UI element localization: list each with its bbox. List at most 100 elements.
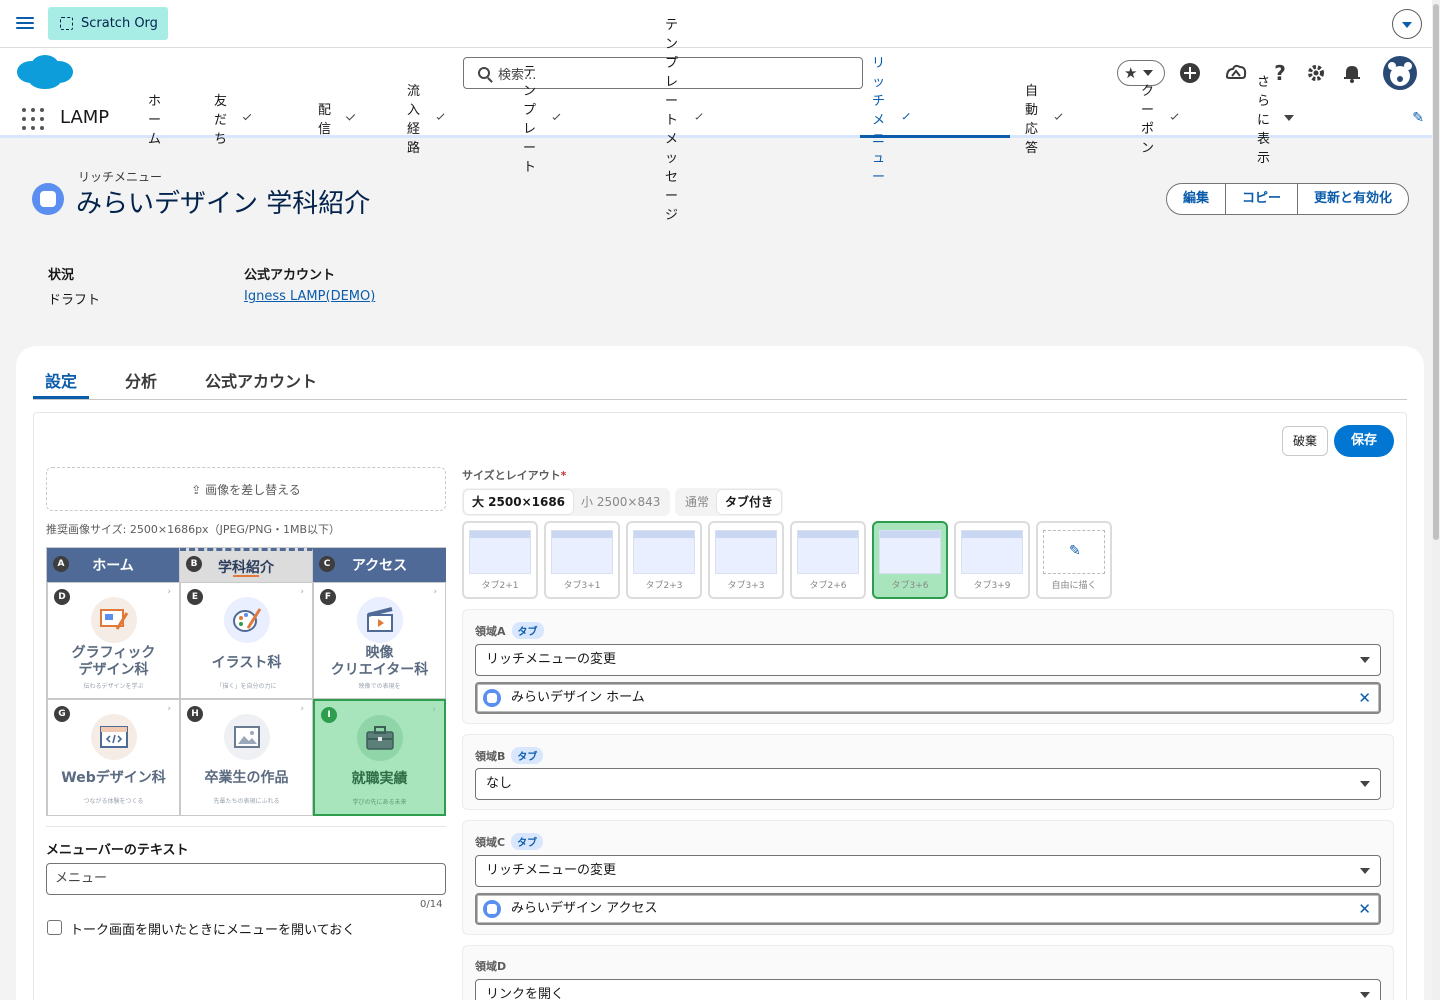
salesforce-logo-icon[interactable] (15, 52, 75, 92)
nav-item-more[interactable]: さらに表示 (1257, 75, 1295, 166)
open-menu-checkbox[interactable] (47, 920, 62, 935)
save-button[interactable]: 保存 (1334, 425, 1394, 457)
chevron-down-icon[interactable] (436, 111, 445, 121)
scratch-org-badge[interactable]: Scratch Org (48, 7, 168, 40)
preview-area-e[interactable]: E › イラスト科 「描く」を自分の力に (180, 582, 313, 699)
region-b-action-select[interactable]: なし (475, 768, 1381, 800)
region-d-action-select[interactable]: リンクを開く (475, 979, 1381, 1000)
avatar[interactable] (1383, 56, 1417, 90)
area-letter: C (319, 556, 335, 572)
menu-icon[interactable] (16, 14, 34, 34)
size-large-option[interactable]: 大 2500×1686 (464, 490, 574, 514)
image-size-hint: 推奨画像サイズ: 2500×1686px（JPEG/PNG・1MB以下） (46, 523, 341, 536)
nav-item-home[interactable]: ホーム (148, 94, 161, 147)
size-small-option[interactable]: 小 2500×843 (573, 490, 668, 514)
trailhead-icon[interactable] (1224, 61, 1248, 85)
region-c-action-select[interactable]: リッチメニューの変更 (475, 855, 1381, 887)
region-c-panel: 領域C タブ リッチメニューの変更 みらいデザイン アクセス ✕ (462, 820, 1394, 935)
layout-name: タブ3+6 (891, 581, 929, 591)
edit-nav-icon[interactable]: ✎ (1412, 110, 1424, 126)
chevron-down-icon (1143, 70, 1154, 76)
clear-icon[interactable]: ✕ (1358, 895, 1371, 923)
nav-item-auto-reply[interactable]: 自動応答 (1025, 84, 1063, 156)
mode-normal-option[interactable]: 通常 (677, 490, 717, 514)
preview-area-f[interactable]: F › 映像 クリエイター科 映像での表現を (313, 582, 446, 699)
tab-analysis[interactable]: 分析 (125, 368, 157, 392)
area-letter: F (320, 589, 336, 605)
chevron-down-icon[interactable] (345, 111, 356, 121)
status-value: ドラフト (48, 293, 101, 308)
mode-tabbed-option[interactable]: タブ付き (717, 490, 782, 514)
chevron-right-icon: › (300, 704, 304, 714)
preview-area-d[interactable]: D › グラフィック デザイン科 伝わるデザインを学ぶ (47, 582, 180, 699)
rich-menu-icon (483, 689, 501, 707)
add-icon[interactable] (1178, 61, 1202, 85)
region-label: 領域A (475, 624, 506, 638)
chevron-down-icon[interactable] (242, 111, 252, 121)
layout-tile[interactable]: タブ2+6 (790, 521, 866, 599)
clear-icon[interactable]: ✕ (1358, 684, 1371, 712)
preview-area-h[interactable]: H › 卒業生の作品 先輩たちの表現にふれる (180, 699, 313, 816)
nav-item-template[interactable]: テンプレート (523, 65, 561, 175)
nav-item-coupon[interactable]: クーポン (1141, 84, 1179, 156)
nav-item-delivery[interactable]: 配信 (318, 98, 356, 138)
rich-menu-record-icon (32, 183, 64, 215)
replace-image-button[interactable]: ⇪ 画像を差し替える (46, 467, 446, 511)
preview-tab-b[interactable]: B 学科紹介 (180, 548, 313, 582)
layout-tile[interactable]: タブ3+9 (954, 521, 1030, 599)
caret-down-icon (1360, 657, 1370, 663)
gear-icon[interactable] (1304, 61, 1328, 85)
chevron-down-icon[interactable] (552, 112, 561, 120)
layout-tile-freehand[interactable]: ✎ 自由に描く (1036, 521, 1112, 599)
preview-area-i[interactable]: I › 就職実績 学びの先にある未来 (313, 699, 446, 816)
layout-tile[interactable]: タブ3+3 (708, 521, 784, 599)
nav-item-rich-menu[interactable]: リッチメニュー (872, 56, 910, 185)
layout-tile[interactable]: タブ2+3 (626, 521, 702, 599)
preview-tab-c[interactable]: C アクセス (313, 548, 446, 582)
preview-tab-label: 学科紹介 (218, 559, 274, 576)
rich-menu-preview: A ホーム B 学科紹介 C アクセス D › グラフィック デザイン科 伝わる… (46, 547, 446, 816)
chevron-down-icon[interactable] (1170, 111, 1179, 121)
chevron-down-icon[interactable] (695, 112, 703, 120)
page-scrollbar[interactable] (1432, 0, 1440, 1000)
preview-area-g[interactable]: G › Webデザイン科 つながる体験をつくる (47, 699, 180, 816)
size-layout-label: サイズとレイアウト* (462, 469, 567, 482)
nav-item-label: 自動応答 (1025, 84, 1039, 156)
nav-item-inflow[interactable]: 流入経路 (407, 84, 445, 156)
scrollbar-thumb[interactable] (1433, 4, 1439, 540)
edit-button[interactable]: 編集 (1167, 184, 1225, 214)
copy-button[interactable]: コピー (1225, 184, 1297, 214)
layout-tile[interactable]: タブ2+1 (462, 521, 538, 599)
chevron-down-icon[interactable] (902, 112, 910, 120)
chevron-right-icon: › (167, 704, 171, 714)
org-icon (60, 17, 73, 30)
caret-down-icon (1360, 781, 1370, 787)
layout-name: タブ2+3 (645, 581, 683, 591)
chevron-down-icon (1402, 22, 1412, 28)
layout-tile[interactable]: タブ3+1 (544, 521, 620, 599)
nav-item-template-message[interactable]: テンプレートメッセージ (665, 18, 703, 223)
nav-item-friends[interactable]: 友だち (214, 94, 252, 147)
nav-active-indicator (860, 135, 1010, 138)
preview-tab-a[interactable]: A ホーム (47, 548, 180, 582)
top-dropdown-button[interactable] (1392, 9, 1422, 39)
account-link[interactable]: Igness LAMP(DEMO) (244, 289, 375, 304)
area-name-line2: デザイン科 (78, 662, 149, 678)
help-icon[interactable]: ? (1268, 61, 1292, 85)
bell-icon[interactable] (1340, 61, 1364, 85)
region-a-lookup[interactable]: みらいデザイン ホーム ✕ (475, 682, 1381, 714)
app-launcher-icon[interactable] (22, 108, 44, 130)
nav-item-label: テンプレートメッセージ (665, 17, 679, 223)
tab-official-account[interactable]: 公式アカウント (205, 368, 317, 392)
nav-item-label: クーポン (1141, 84, 1155, 156)
status-label: 状況 (48, 268, 75, 283)
discard-button[interactable]: 破棄 (1282, 426, 1329, 456)
tab-settings[interactable]: 設定 (45, 368, 77, 392)
layout-tile-selected[interactable]: タブ3+6 (872, 521, 948, 599)
region-c-lookup[interactable]: みらいデザイン アクセス ✕ (475, 893, 1381, 925)
chevron-down-icon[interactable] (1054, 111, 1063, 121)
menubar-text-input[interactable]: メニュー (46, 863, 446, 895)
region-a-action-select[interactable]: リッチメニューの変更 (475, 644, 1381, 676)
update-activate-button[interactable]: 更新と有効化 (1297, 184, 1408, 214)
region-label: 領域D (475, 960, 507, 973)
